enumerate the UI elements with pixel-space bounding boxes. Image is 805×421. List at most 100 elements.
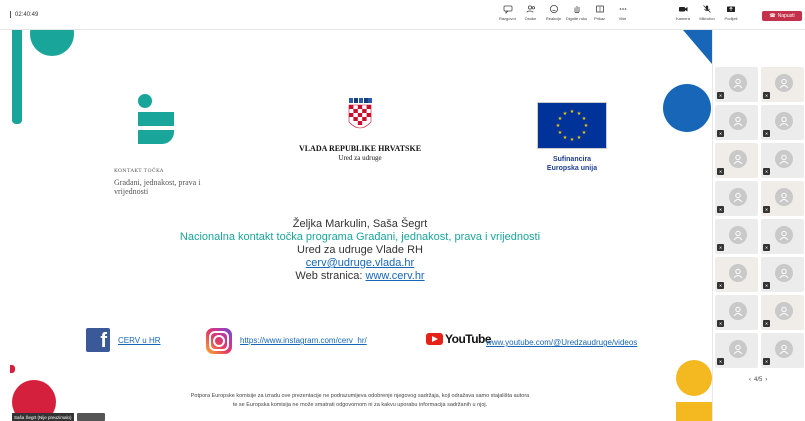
toolbar-actions: Razgovor Osobe Reakcije Dignite ruku Pri… bbox=[496, 4, 634, 28]
avatar-icon bbox=[729, 112, 747, 130]
camera-button[interactable]: Kamera bbox=[672, 4, 694, 28]
mic-muted-icon: ✕ bbox=[717, 130, 724, 137]
participant-tile[interactable]: ✕ bbox=[715, 105, 758, 140]
youtube-logo: YouTube bbox=[426, 332, 492, 346]
share-button[interactable]: Podijeli bbox=[720, 4, 742, 28]
vlada-subtitle: Ured za udruge bbox=[338, 154, 382, 162]
participant-tile[interactable]: ✕ bbox=[715, 219, 758, 254]
raise-hand-button[interactable]: Dignite ruku bbox=[565, 4, 588, 28]
leave-button[interactable]: ☎ Napusti bbox=[762, 11, 802, 21]
participant-tile[interactable]: ✕ bbox=[715, 333, 758, 368]
avatar-icon bbox=[729, 74, 747, 92]
svg-text:★: ★ bbox=[563, 111, 568, 117]
disclaimer-line2: te se Europska komisija ne može smatrati… bbox=[232, 402, 488, 408]
meeting-timer: 02:40:49 bbox=[10, 11, 38, 18]
participant-tile[interactable]: ✕ bbox=[715, 295, 758, 330]
participant-tile[interactable]: ✕ bbox=[761, 257, 804, 292]
contact-block: Željka Markulin, Saša Šegrt Nacionalna k… bbox=[140, 218, 580, 283]
website-link[interactable]: www.cerv.hr bbox=[366, 270, 425, 282]
instagram-link[interactable]: https://www.instagram.com/cerv_hr/ bbox=[240, 336, 367, 345]
decor-teal-bar bbox=[12, 30, 22, 124]
logo-bar-bottom bbox=[138, 130, 174, 144]
mic-muted-icon: ✕ bbox=[763, 168, 770, 175]
svg-text:★: ★ bbox=[563, 135, 568, 141]
svg-text:★: ★ bbox=[584, 123, 589, 129]
participant-tile[interactable]: ✕ bbox=[761, 219, 804, 254]
svg-text:★: ★ bbox=[582, 130, 587, 136]
mic-label: Mikrofon bbox=[699, 16, 715, 21]
kontakt-tocka-title: KONTAKT TOČKA bbox=[114, 168, 164, 174]
toolbar-av-controls: Kamera Mikrofon Podijeli bbox=[672, 4, 742, 28]
mic-muted-icon: ✕ bbox=[717, 282, 724, 289]
youtube-link[interactable]: www.youtube.com/@Uredzaudruge/videos bbox=[486, 338, 637, 347]
participant-tile[interactable]: ✕ bbox=[715, 181, 758, 216]
view-button[interactable]: Prikaz bbox=[588, 4, 611, 28]
mic-muted-icon: ✕ bbox=[717, 358, 724, 365]
avatar-icon bbox=[775, 264, 793, 282]
more-button[interactable]: Više bbox=[611, 4, 634, 28]
shared-presentation-slide: KONTAKT TOČKA Građani, jednakost, prava … bbox=[0, 30, 712, 421]
eu-stars-icon: ★ ★★★★★ ★★★★★★ bbox=[556, 109, 589, 143]
more-label: Više bbox=[618, 16, 627, 21]
mic-muted-icon: ✕ bbox=[717, 168, 724, 175]
pager-next-icon[interactable]: › bbox=[765, 377, 767, 383]
grid-view-icon bbox=[595, 5, 604, 13]
meeting-window: 02:40:49 Razgovor Osobe Reakcije Dignite… bbox=[0, 0, 805, 421]
hand-icon bbox=[574, 6, 579, 14]
participant-tile[interactable]: ✕ bbox=[761, 143, 804, 178]
croatian-coat-of-arms-icon bbox=[348, 98, 372, 129]
timer-text: 02:40:49 bbox=[15, 11, 39, 18]
facebook-link[interactable]: CERV u HR bbox=[118, 336, 161, 345]
eu-disclaimer: Potpora Europske komisije za izradu ove … bbox=[130, 392, 590, 410]
smiley-icon bbox=[549, 5, 558, 13]
participant-tile[interactable]: ✕ bbox=[761, 105, 804, 140]
youtube-wordmark: YouTube bbox=[445, 332, 492, 346]
view-label: Prikaz bbox=[593, 16, 606, 21]
website-label: Web stranica: bbox=[295, 270, 363, 282]
facebook-icon: f bbox=[86, 328, 110, 352]
mic-muted-icon: ✕ bbox=[763, 320, 770, 327]
camera-label: Kamera bbox=[675, 16, 690, 21]
eu-flag-icon: ★ ★ ★ ★ ★ ★ ★ ★ ★ ★ ★ ★ bbox=[537, 102, 607, 149]
svg-text:★: ★ bbox=[570, 109, 575, 115]
reactions-label: Reakcije bbox=[545, 16, 562, 21]
microphone-muted-icon bbox=[703, 5, 711, 13]
chat-label: Razgovor bbox=[498, 16, 517, 21]
participant-tile[interactable]: ✕ bbox=[715, 257, 758, 292]
people-button[interactable]: Osobe bbox=[519, 4, 542, 28]
share-icon bbox=[727, 6, 735, 12]
participant-tile[interactable]: ✕ bbox=[761, 181, 804, 216]
svg-text:★: ★ bbox=[577, 135, 582, 141]
website-row: Web stranica: www.cerv.hr bbox=[140, 270, 580, 283]
eu-cofunding-logo: ★ ★ ★ ★ ★ ★ ★ ★ ★ ★ ★ ★ Sufinancira Europska unija bbox=[536, 102, 608, 173]
presenter-names: Željka Markulin, Saša Šegrt bbox=[292, 218, 428, 230]
people-label: Osobe bbox=[524, 16, 537, 21]
youtube-play-icon bbox=[426, 333, 443, 345]
email-link[interactable]: cerv@udruge.vlada.hr bbox=[140, 257, 580, 270]
vlada-title: VLADA REPUBLIKE HRVATSKE bbox=[298, 144, 422, 153]
svg-text:★: ★ bbox=[558, 130, 563, 136]
vlada-logo: VLADA REPUBLIKE HRVATSKE Ured za udruge bbox=[290, 98, 430, 162]
participant-tile[interactable]: ✕ bbox=[761, 295, 804, 330]
chat-button[interactable]: Razgovor bbox=[496, 4, 519, 28]
eu-text-line1: Sufinancira bbox=[552, 156, 592, 163]
timer-divider bbox=[10, 11, 11, 18]
mic-muted-icon: ✕ bbox=[717, 320, 724, 327]
pager-prev-icon[interactable]: ‹ bbox=[749, 377, 751, 383]
participants-panel: ✕ ✕ ✕ ✕ ✕ ✕ ✕ ✕ ✕ ✕ ✕ ✕ ✕ ✕ ✕ ✕ ‹ 4/5 › bbox=[712, 30, 805, 421]
svg-text:★: ★ bbox=[556, 123, 561, 129]
reactions-button[interactable]: Reakcije bbox=[542, 4, 565, 28]
participant-tile[interactable]: ✕ bbox=[715, 143, 758, 178]
social-links-row: f CERV u HR https://www.instagram.com/ce… bbox=[86, 328, 686, 356]
participant-tile[interactable]: ✕ bbox=[761, 333, 804, 368]
meeting-toolbar: 02:40:49 Razgovor Osobe Reakcije Dignite… bbox=[0, 0, 805, 30]
avatar-icon bbox=[775, 112, 793, 130]
avatar-icon bbox=[775, 302, 793, 320]
participant-tile[interactable]: ✕ bbox=[715, 67, 758, 102]
presenter-status-tag bbox=[77, 413, 105, 421]
decor-yellow-bar bbox=[676, 402, 712, 421]
participant-tile[interactable]: ✕ bbox=[761, 67, 804, 102]
program-title: Nacionalna kontakt točka programa Građan… bbox=[179, 231, 541, 243]
mic-button[interactable]: Mikrofon bbox=[696, 4, 718, 28]
share-label: Podijeli bbox=[724, 16, 738, 21]
